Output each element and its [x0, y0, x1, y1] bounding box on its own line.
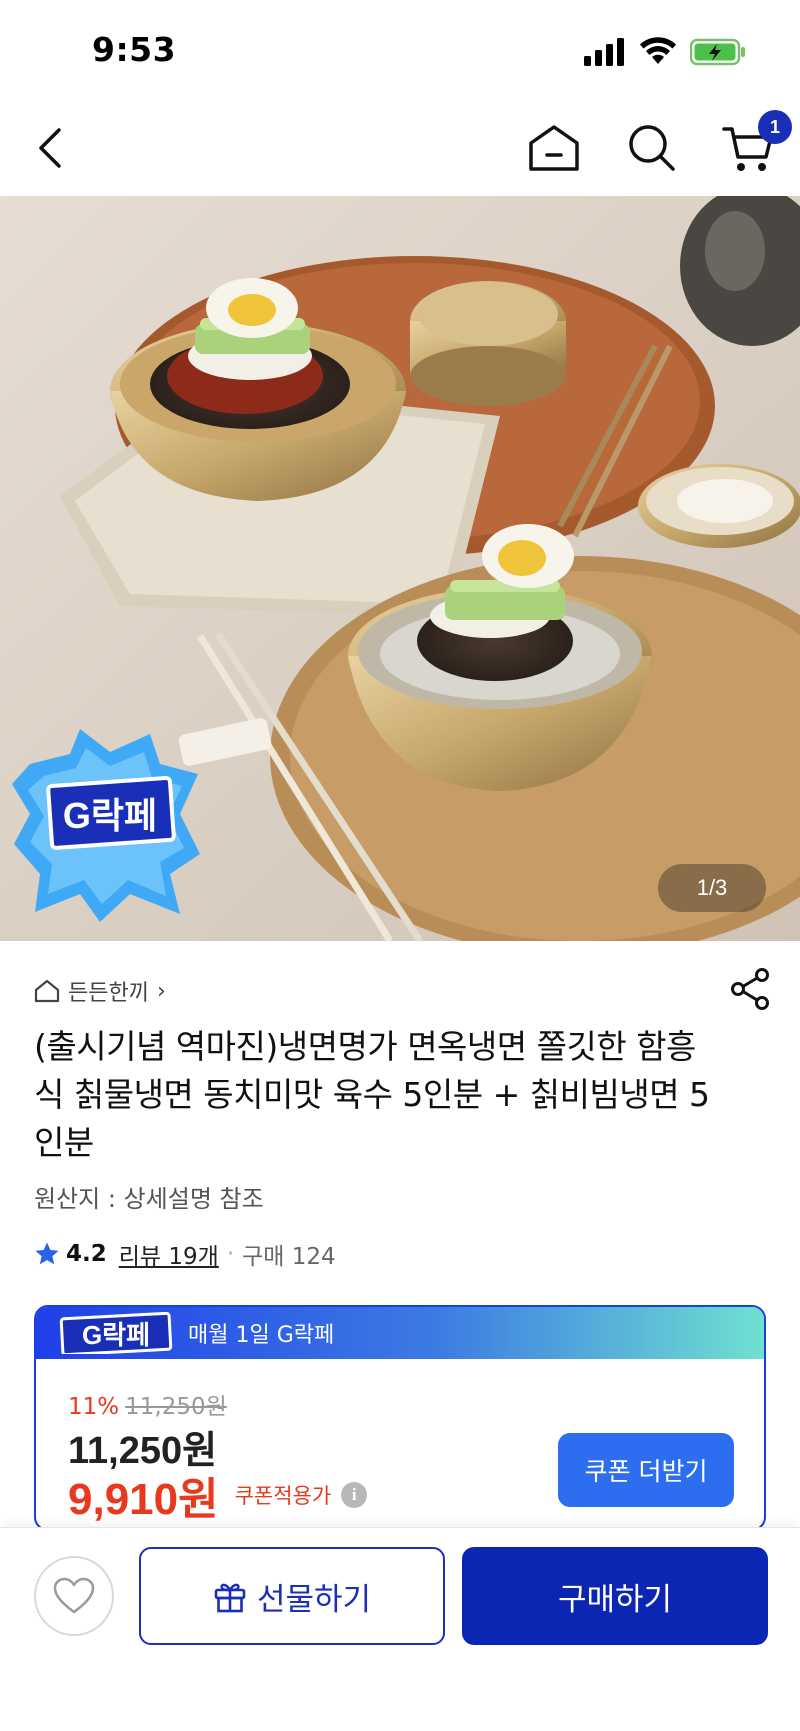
price-card-header: G락페 매월 1일 G락페: [36, 1307, 764, 1359]
chevron-right-icon: ›: [156, 978, 166, 1004]
back-arrow-icon: [39, 128, 61, 168]
price-card: G락페 매월 1일 G락페 11% 11,250원 11,250원 9,910원…: [34, 1305, 766, 1531]
get-more-coupons-button[interactable]: 쿠폰 더받기: [558, 1433, 734, 1507]
search-icon: [629, 125, 675, 171]
buy-button[interactable]: 구매하기: [462, 1547, 768, 1645]
original-price: 11,250원: [125, 1394, 227, 1420]
discount-row: 11% 11,250원: [68, 1387, 227, 1421]
g-rakpe-badge: G락페: [12, 729, 200, 922]
cart-button[interactable]: 1: [718, 110, 792, 178]
rating-value: 4.2: [66, 1241, 107, 1267]
battery-icon: [690, 38, 745, 66]
coupon-price-label: 쿠폰적용가: [234, 1484, 332, 1508]
review-link[interactable]: 리뷰 19개: [119, 1237, 219, 1271]
home-button[interactable]: [524, 118, 584, 178]
wifi-icon: [640, 37, 676, 64]
mini-badge-text: G락페: [82, 1320, 150, 1350]
shop-name: 든든한끼: [68, 981, 149, 1006]
purchase-count: 구매 124: [242, 1244, 336, 1270]
gift-button[interactable]: 선물하기: [139, 1547, 445, 1645]
g-rakpe-mini-badge: G락페: [59, 1312, 173, 1354]
origin-info: 원산지 : 상세설명 참조: [34, 1185, 264, 1213]
wishlist-button[interactable]: [34, 1556, 114, 1636]
discount-percent: 11%: [68, 1394, 120, 1420]
status-time: 9:53: [92, 30, 177, 69]
signal-icon: [584, 38, 624, 66]
image-page-indicator: 1/3: [658, 864, 766, 912]
separator-dot: ·: [226, 1241, 235, 1267]
star-icon: [35, 1242, 59, 1265]
festival-text: 매월 1일 G락페: [188, 1323, 335, 1348]
heart-icon: [53, 1577, 95, 1614]
info-icon[interactable]: i: [341, 1482, 368, 1508]
shop-link[interactable]: 든든한끼 ›: [34, 975, 166, 1007]
rating-row: 4.2 리뷰 19개 · 구매 124: [34, 1237, 336, 1271]
back-button[interactable]: [20, 118, 80, 178]
gift-button-label: 선물하기: [256, 1581, 372, 1618]
home-icon: [529, 125, 579, 171]
product-title: (출시기념 역마진)냉면명가 면옥냉면 쫄깃한 함흥식 칡물냉면 동치미맛 육수…: [34, 1027, 710, 1162]
share-button[interactable]: [728, 967, 772, 1011]
home-outline-icon: [34, 979, 60, 1003]
top-navigation: 1: [0, 100, 800, 196]
gift-icon: [214, 1583, 246, 1613]
share-icon: [731, 968, 769, 1010]
coupon-price: 9,910원: [68, 1475, 219, 1524]
search-button[interactable]: [622, 118, 682, 178]
product-image-carousel[interactable]: G락페 1/3: [0, 196, 800, 941]
bottom-action-bar: 선물하기 구매하기: [0, 1527, 800, 1731]
status-bar: 9:53: [0, 0, 800, 100]
cart-count-badge: 1: [758, 110, 792, 144]
g-rakpe-badge-text: G락페: [63, 795, 157, 836]
coupon-price-row: 9,910원 쿠폰적용가 i: [68, 1463, 368, 1527]
